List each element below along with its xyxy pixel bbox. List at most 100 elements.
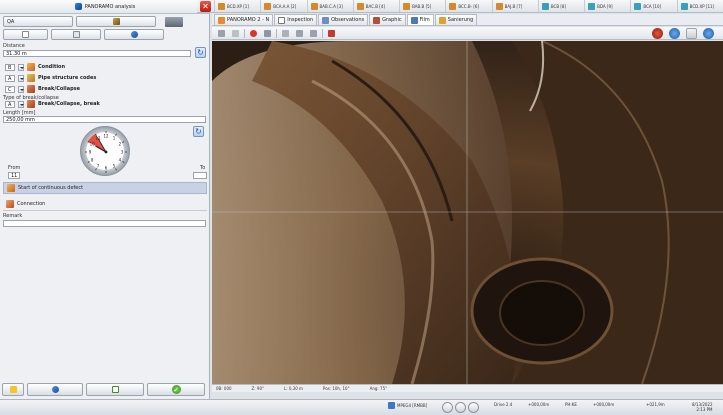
settings-button[interactable] [308, 28, 319, 38]
code-row-break-collapse: C Break/Collapse [5, 85, 80, 93]
zoom-icon [296, 29, 303, 37]
tab-graphic[interactable]: Graphic [369, 14, 406, 25]
accept-document-button[interactable] [86, 383, 144, 396]
distance-3: +021,9m [646, 402, 665, 407]
to-input[interactable] [193, 172, 207, 179]
record-button[interactable] [248, 28, 259, 38]
new-button[interactable] [3, 29, 48, 40]
observation-icon [449, 2, 457, 10]
clock-center [104, 150, 108, 154]
strip-item[interactable]: BAJ.B [7] [491, 0, 538, 12]
distance-input[interactable]: 31.30 m [3, 50, 191, 57]
strip-item[interactable]: BCD.XP [1] [214, 0, 260, 12]
continuous-defect-button[interactable]: Start of continuous defect [3, 182, 207, 194]
tab-label: Inspection [287, 17, 314, 23]
mode-label: MPEG4 [RMBB] [397, 403, 428, 408]
camera-button[interactable] [216, 28, 227, 38]
connection-button[interactable]: Connection [3, 198, 207, 210]
clock-hour-label: 5 [113, 163, 116, 168]
clock-hour-label: 10 [90, 142, 96, 147]
strip-item[interactable]: BDA [9] [584, 0, 630, 12]
connection-label: Connection [17, 201, 46, 207]
pipe-structure-icon [27, 74, 35, 82]
strip-item[interactable]: BCC.B- [6] [445, 0, 491, 12]
strip-item[interactable]: BCA [10] [630, 0, 676, 12]
clock-tick [122, 141, 125, 143]
clock-hour-label: 9 [89, 150, 92, 155]
tab-observations[interactable]: Observations [318, 14, 369, 25]
preview-button[interactable] [159, 16, 189, 27]
observation-icon [403, 2, 411, 10]
type-code-field[interactable]: A [5, 100, 15, 108]
view-tabs: PANORAMO 2 - N Inspection Observations G… [212, 14, 723, 26]
strip-item[interactable]: BAB.C.A [3] [306, 0, 353, 12]
close-button[interactable]: ✕ [200, 0, 211, 12]
distance-1: +000,00m [528, 402, 550, 407]
observation-strip: ✕ BCD.XP [1] BCA.A.A [2] BAB.C.A [3] BAC… [197, 0, 723, 13]
ok-button[interactable]: ✓ [147, 383, 205, 396]
continuous-defect-label: Start of continuous defect [18, 185, 84, 191]
code-row-condition: B Condition [5, 63, 65, 71]
clock-face: 121234567891011 [85, 131, 127, 173]
strip-item-label: BCD.XP [11] [689, 3, 715, 9]
code-field[interactable]: A [5, 74, 15, 82]
tray-button-3[interactable] [468, 402, 479, 413]
strip-item[interactable]: BAB.B [5] [399, 0, 445, 12]
clock-hour-label: 6 [105, 166, 108, 171]
left-bottom-bar: ✓ [2, 383, 208, 396]
code-label: Break/Collapse [38, 86, 81, 92]
qa-button[interactable]: QA [3, 16, 73, 27]
tab-inspection[interactable]: Inspection [274, 14, 318, 25]
code-label: Condition [38, 64, 66, 70]
radiation-button[interactable] [2, 383, 24, 396]
network-button[interactable] [104, 29, 164, 40]
vehicle-button[interactable] [326, 28, 337, 38]
tray-button-2[interactable] [455, 402, 466, 413]
qa-label: QA [7, 18, 15, 25]
tab-film[interactable]: Film [406, 14, 434, 25]
info-button[interactable] [669, 28, 680, 39]
distance-refresh-button[interactable]: ↻ [195, 47, 206, 58]
strip-item[interactable]: BAC.B [4] [352, 0, 399, 12]
frame-button[interactable] [262, 28, 273, 38]
globe-button[interactable] [27, 383, 83, 396]
stop-button[interactable] [652, 28, 663, 39]
clock-hour-label: 3 [121, 150, 124, 155]
zoom-button[interactable] [294, 28, 305, 38]
length-refresh-button[interactable]: ↻ [193, 126, 204, 137]
clock-position-selector[interactable]: 121234567891011 [80, 126, 130, 176]
network-button[interactable] [703, 28, 714, 39]
code-dropdown[interactable] [18, 63, 24, 71]
tray-button-1[interactable] [442, 402, 453, 413]
code-dropdown[interactable] [18, 85, 24, 93]
refresh-icon: ↻ [195, 127, 202, 136]
ph-label: PH:KE [565, 402, 577, 407]
tab-sanierung[interactable]: Sanierung [434, 14, 478, 25]
tools-button[interactable] [686, 28, 697, 39]
photo-button[interactable] [230, 28, 241, 38]
copy-button[interactable] [51, 29, 101, 40]
tab-panoramo[interactable]: PANORAMO 2 - N [214, 14, 274, 25]
strip-item[interactable]: BCD.XP [11] [676, 0, 723, 12]
z-value: Z: 90° [251, 386, 264, 391]
app-logo-icon [74, 3, 82, 10]
length-input[interactable]: 250,00 mm [3, 116, 206, 123]
tray-buttons [442, 402, 479, 413]
graphic-icon [373, 16, 381, 24]
pipe-video-frame[interactable] [212, 41, 723, 384]
clock-hour-label: 8 [91, 158, 94, 163]
strip-item[interactable]: BCA.A.A [2] [260, 0, 306, 12]
code-field[interactable]: C [5, 85, 15, 93]
mode-icon [388, 402, 395, 409]
from-input[interactable]: 11 [8, 172, 20, 179]
mode-indicator: MPEG4 [RMBB] [388, 402, 427, 409]
video-info-bar: 0B: 000 Z: 90° L: 0,30 m Pos: 10h, 10° A… [212, 384, 723, 392]
code-field[interactable]: B [5, 63, 15, 71]
remark-input[interactable] [3, 220, 206, 227]
crosshair-button[interactable] [280, 28, 291, 38]
frame-icon [264, 29, 271, 37]
flags-button[interactable] [76, 16, 156, 27]
code-dropdown[interactable] [18, 74, 24, 82]
strip-item[interactable]: BCB [8] [537, 0, 584, 12]
type-dropdown[interactable] [18, 100, 24, 108]
